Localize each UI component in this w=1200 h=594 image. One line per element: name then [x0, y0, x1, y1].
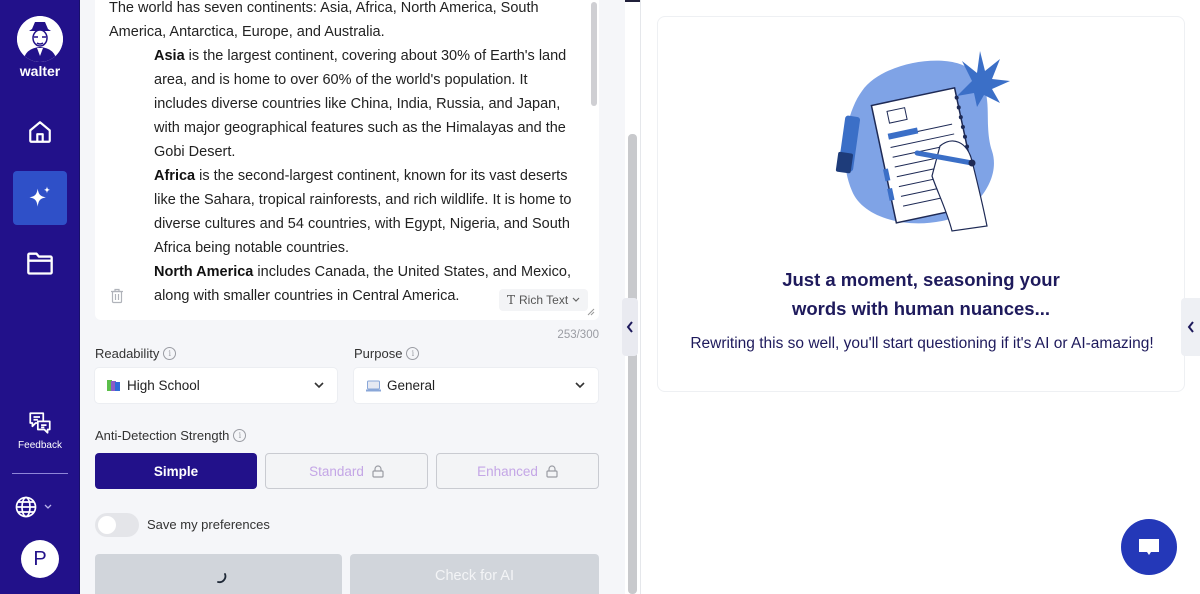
loading-subtitle: Rewriting this so well, you'll start que… — [690, 335, 1154, 352]
chevron-down-icon — [575, 382, 585, 389]
editor-paragraph: Asia is the largest continent, covering … — [154, 48, 567, 160]
chevron-left-icon — [626, 321, 633, 333]
humanize-button[interactable] — [95, 554, 342, 594]
walter-logo[interactable] — [17, 16, 63, 62]
lock-icon — [546, 464, 558, 478]
sidebar-divider — [12, 473, 68, 474]
strength-simple-button[interactable]: Simple — [95, 453, 257, 489]
readability-select[interactable]: High School — [95, 368, 337, 403]
support-chat-button[interactable] — [1121, 519, 1177, 575]
check-for-ai-button[interactable]: Check for AI — [350, 554, 599, 594]
readability-label: Readability i — [95, 346, 177, 361]
sidebar: walter Feedback P — [0, 0, 80, 594]
chevron-left-icon — [1187, 321, 1194, 333]
strength-enhanced-button[interactable]: Enhanced — [436, 453, 599, 489]
editor-paragraph: Africa is the second-largest continent, … — [154, 168, 572, 256]
output-panel: Just a moment, seasoning your words with… — [640, 0, 1200, 594]
brand-name: walter — [19, 63, 61, 79]
purpose-select[interactable]: General — [354, 368, 598, 403]
trash-icon — [111, 288, 123, 304]
clear-text-button[interactable] — [105, 284, 129, 308]
strength-standard-button[interactable]: Standard — [265, 453, 428, 489]
purpose-value: General — [387, 378, 436, 393]
editor-paragraph: The world has seven continents: Asia, Af… — [109, 0, 539, 40]
text-editor[interactable]: The world has seven continents: Asia, Af… — [95, 0, 599, 320]
input-panel: The world has seven continents: Asia, Af… — [80, 0, 625, 594]
info-icon[interactable]: i — [233, 429, 247, 442]
sparkles-icon — [29, 186, 50, 207]
chevron-down-icon — [572, 297, 580, 302]
save-preferences-toggle[interactable] — [95, 513, 139, 537]
language-selector[interactable] — [14, 495, 52, 519]
user-avatar[interactable]: P — [21, 540, 59, 578]
nav-humanizer[interactable] — [13, 171, 67, 225]
feedback-label: Feedback — [18, 440, 62, 451]
info-icon[interactable]: i — [163, 347, 177, 360]
info-icon[interactable]: i — [406, 347, 420, 360]
panel-scrollbar[interactable] — [628, 134, 637, 594]
nav-home[interactable] — [13, 105, 67, 159]
home-icon — [29, 121, 51, 143]
laptop-icon — [366, 380, 381, 392]
collapse-input-panel-button[interactable] — [622, 298, 638, 356]
loading-spinner-icon — [216, 573, 226, 584]
readability-value: High School — [127, 378, 200, 393]
resize-handle-icon[interactable] — [587, 308, 595, 316]
folder-icon — [27, 252, 53, 275]
save-preferences-label: Save my preferences — [147, 517, 270, 532]
editor-scrollbar[interactable] — [591, 2, 597, 106]
chat-bubble-icon — [1139, 539, 1159, 555]
globe-icon — [15, 496, 37, 518]
loading-title: Just a moment, seasoning your words with… — [782, 269, 1060, 319]
feedback-chat-icon — [29, 412, 51, 434]
books-icon — [107, 379, 121, 392]
result-card: Just a moment, seasoning your words with… — [657, 16, 1185, 392]
format-dropdown[interactable]: T Rich Text — [499, 289, 589, 311]
format-label: Rich Text — [519, 293, 569, 307]
toggle-knob — [98, 516, 116, 534]
strength-label: Anti-Detection Strength i — [95, 428, 247, 443]
feedback-button[interactable]: Feedback — [0, 410, 80, 451]
walter-portrait-icon — [17, 16, 63, 62]
writing-illustration-icon — [835, 51, 1010, 232]
character-count: 253/300 — [557, 329, 599, 341]
editor-content[interactable]: The world has seven continents: Asia, Af… — [109, 0, 579, 308]
text-format-icon: T — [507, 293, 516, 307]
nav-documents[interactable] — [13, 236, 67, 290]
lock-icon — [372, 464, 384, 478]
chevron-down-icon — [44, 504, 52, 509]
purpose-label: Purpose i — [354, 346, 420, 361]
collapse-output-panel-button[interactable] — [1181, 298, 1200, 356]
chevron-down-icon — [314, 382, 324, 389]
